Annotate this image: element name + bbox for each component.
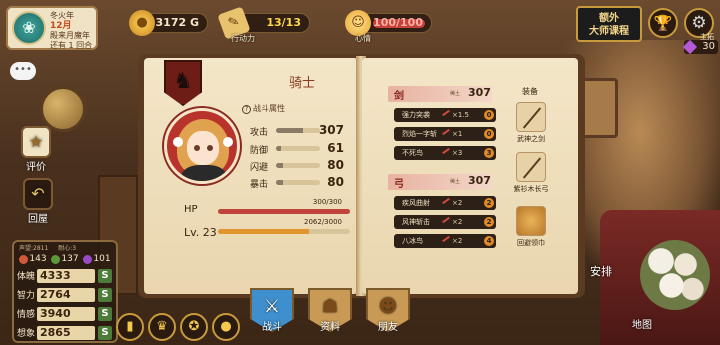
skill-item[interactable]: 八冰鸟 ×2 4 [394, 234, 496, 248]
gem-counter: 30 [682, 39, 718, 55]
calendar-line4: 还有 1 回合 [50, 41, 93, 50]
hp-label: HP [184, 204, 198, 215]
chart-icon[interactable]: ▮ [116, 313, 144, 341]
equip-sword[interactable]: 武神之剑 [508, 102, 554, 144]
wisdom-icon [51, 254, 61, 264]
star-icon[interactable]: ✪ [180, 313, 208, 341]
character-book: ♞ 骑士 ? 战斗属性 攻击 307 防御 61 闪避 80 暴击 80 300… [138, 54, 585, 298]
month-label: 12月 [50, 21, 72, 31]
tab-battle[interactable]: ⚔ 战斗 [250, 288, 294, 344]
skill-item[interactable]: 风神斩击 ×2 2 [394, 215, 496, 229]
coin-icon: ● [129, 10, 155, 36]
class-name: 骑士 [289, 76, 316, 91]
mood-value: 100/100 [373, 16, 423, 29]
stat-fill [276, 128, 304, 133]
skill-item[interactable]: 疾风曲射 ×2 2 [394, 196, 496, 210]
stat-evasion: 闪避 80 [250, 158, 344, 173]
scarf-icon [516, 206, 546, 236]
chat-icon[interactable]: ••• [10, 62, 36, 80]
back-label: 回屋 [28, 214, 48, 225]
stat-attack: 攻击 307 [250, 123, 344, 138]
grade-badge: S [98, 325, 112, 340]
grade-badge: S [98, 306, 112, 321]
calendar-widget[interactable]: ❀ 冬火年 12月 殿来月魔年 还有 1 回合 [6, 6, 98, 50]
master-course-button[interactable]: 额外 大师课程 [576, 6, 642, 42]
strength-icon [19, 254, 29, 264]
mini-stat: 143 [19, 252, 47, 266]
chef-icon[interactable]: ♛ [148, 313, 176, 341]
sword-section-header: 剑 稀土 307 [388, 86, 492, 102]
mood-label: 心情 [355, 34, 371, 43]
grade-badge: S [98, 268, 112, 283]
level-label: Lv. 23 [184, 226, 217, 239]
bow-section-header: 弓 稀土 307 [388, 174, 492, 190]
skill-item[interactable]: 强力突袭 ×1.5 0 [394, 108, 496, 122]
player-stats-panel: 声望:2811 耐心:3 143 137 101 体魄 4333 S 智力 2764 S… [12, 240, 118, 343]
arrange-button[interactable]: 安排 [590, 263, 612, 279]
gem-value: 30 [702, 41, 715, 52]
reputation-label: 声望:2811 [19, 245, 49, 252]
stat-defense: 防御 61 [250, 141, 344, 156]
charm-icon [83, 254, 93, 264]
calendar-line3: 殿来月魔年 [50, 31, 90, 40]
hp-value: 300/300 [312, 198, 342, 206]
hp-fill [218, 209, 350, 214]
back-arrow-icon: ↶ [23, 178, 53, 210]
grade-badge: S [98, 287, 112, 302]
season-label: 冬火年 [50, 11, 74, 20]
patience-label: 耐心:3 [58, 245, 77, 252]
gold-value: 3172 G [155, 16, 199, 29]
skill-item[interactable]: 烈焰一字斩 ×1 0 [394, 127, 496, 141]
equip-bow[interactable]: 紫衫木长弓 [508, 152, 554, 194]
mini-stat: 137 [51, 252, 79, 266]
evaluate-label: 评价 [26, 162, 46, 173]
gold-counter: ● 3172 G [129, 10, 208, 36]
action-value: 13/13 [266, 16, 301, 29]
gem-icon [682, 39, 698, 55]
stat-row: 体魄 4333 S [14, 266, 116, 285]
evaluate-button[interactable]: ★ 评价 [16, 126, 56, 173]
exp-fill [218, 229, 310, 234]
action-label: 行动力 [231, 34, 255, 43]
character-portrait[interactable] [164, 108, 240, 184]
game-scene: ❀ 冬火年 12月 殿来月魔年 还有 1 回合 ••• ● 3172 G ✎ 1… [0, 0, 720, 345]
action-points: ✎ 13/13 行动力 [217, 6, 310, 43]
exp-bar [218, 229, 350, 234]
stat-fill [276, 163, 284, 168]
sword-icon [516, 102, 546, 132]
equipment-title: 装备 [522, 87, 538, 96]
stat-crit: 暴击 80 [250, 175, 344, 190]
map-button[interactable]: 地图 [632, 316, 652, 331]
flower-vase [640, 240, 710, 310]
hp-bar [218, 209, 350, 214]
tab-profile[interactable]: ☗ 资料 [308, 288, 352, 344]
bear-crest-icon: ♞ [164, 60, 202, 106]
bow-icon [516, 152, 546, 182]
left-page: ♞ 骑士 ? 战斗属性 攻击 307 防御 61 闪避 80 暴击 80 300… [144, 58, 358, 294]
mood-meter: ☺ 100/100 心情 [345, 10, 432, 43]
stat-row: 想象 2865 S [14, 323, 116, 342]
stat-row: 情感 3940 S [14, 304, 116, 323]
tab-friends[interactable]: ☻ 朋友 [366, 288, 410, 344]
stat-fill [276, 180, 284, 185]
equip-scarf[interactable]: 回避领巾 [508, 206, 554, 248]
combat-title: ? 战斗属性 [242, 103, 285, 114]
stat-fill [276, 146, 282, 151]
back-home-button[interactable]: ↶ 回屋 [18, 178, 58, 225]
right-page: 剑 稀土 307 强力突袭 ×1.5 0 烈焰一字斩 ×1 0 不死鸟 ×3 3 弓 稀土 … [362, 58, 578, 294]
season-icon: ❀ [12, 11, 46, 45]
stat-row: 智力 2764 S [14, 285, 116, 304]
help-icon[interactable]: ? [242, 105, 251, 114]
exp-value: 2062/3000 [304, 218, 342, 226]
bag-icon[interactable]: ● [212, 313, 240, 341]
trophy-icon[interactable]: 🏆 [648, 8, 678, 38]
master-course-label: 额外 大师课程 [589, 13, 629, 37]
mini-stat: 101 [83, 252, 111, 266]
star-badge-icon: ★ [21, 126, 51, 158]
skill-item[interactable]: 不死鸟 ×3 3 [394, 146, 496, 160]
